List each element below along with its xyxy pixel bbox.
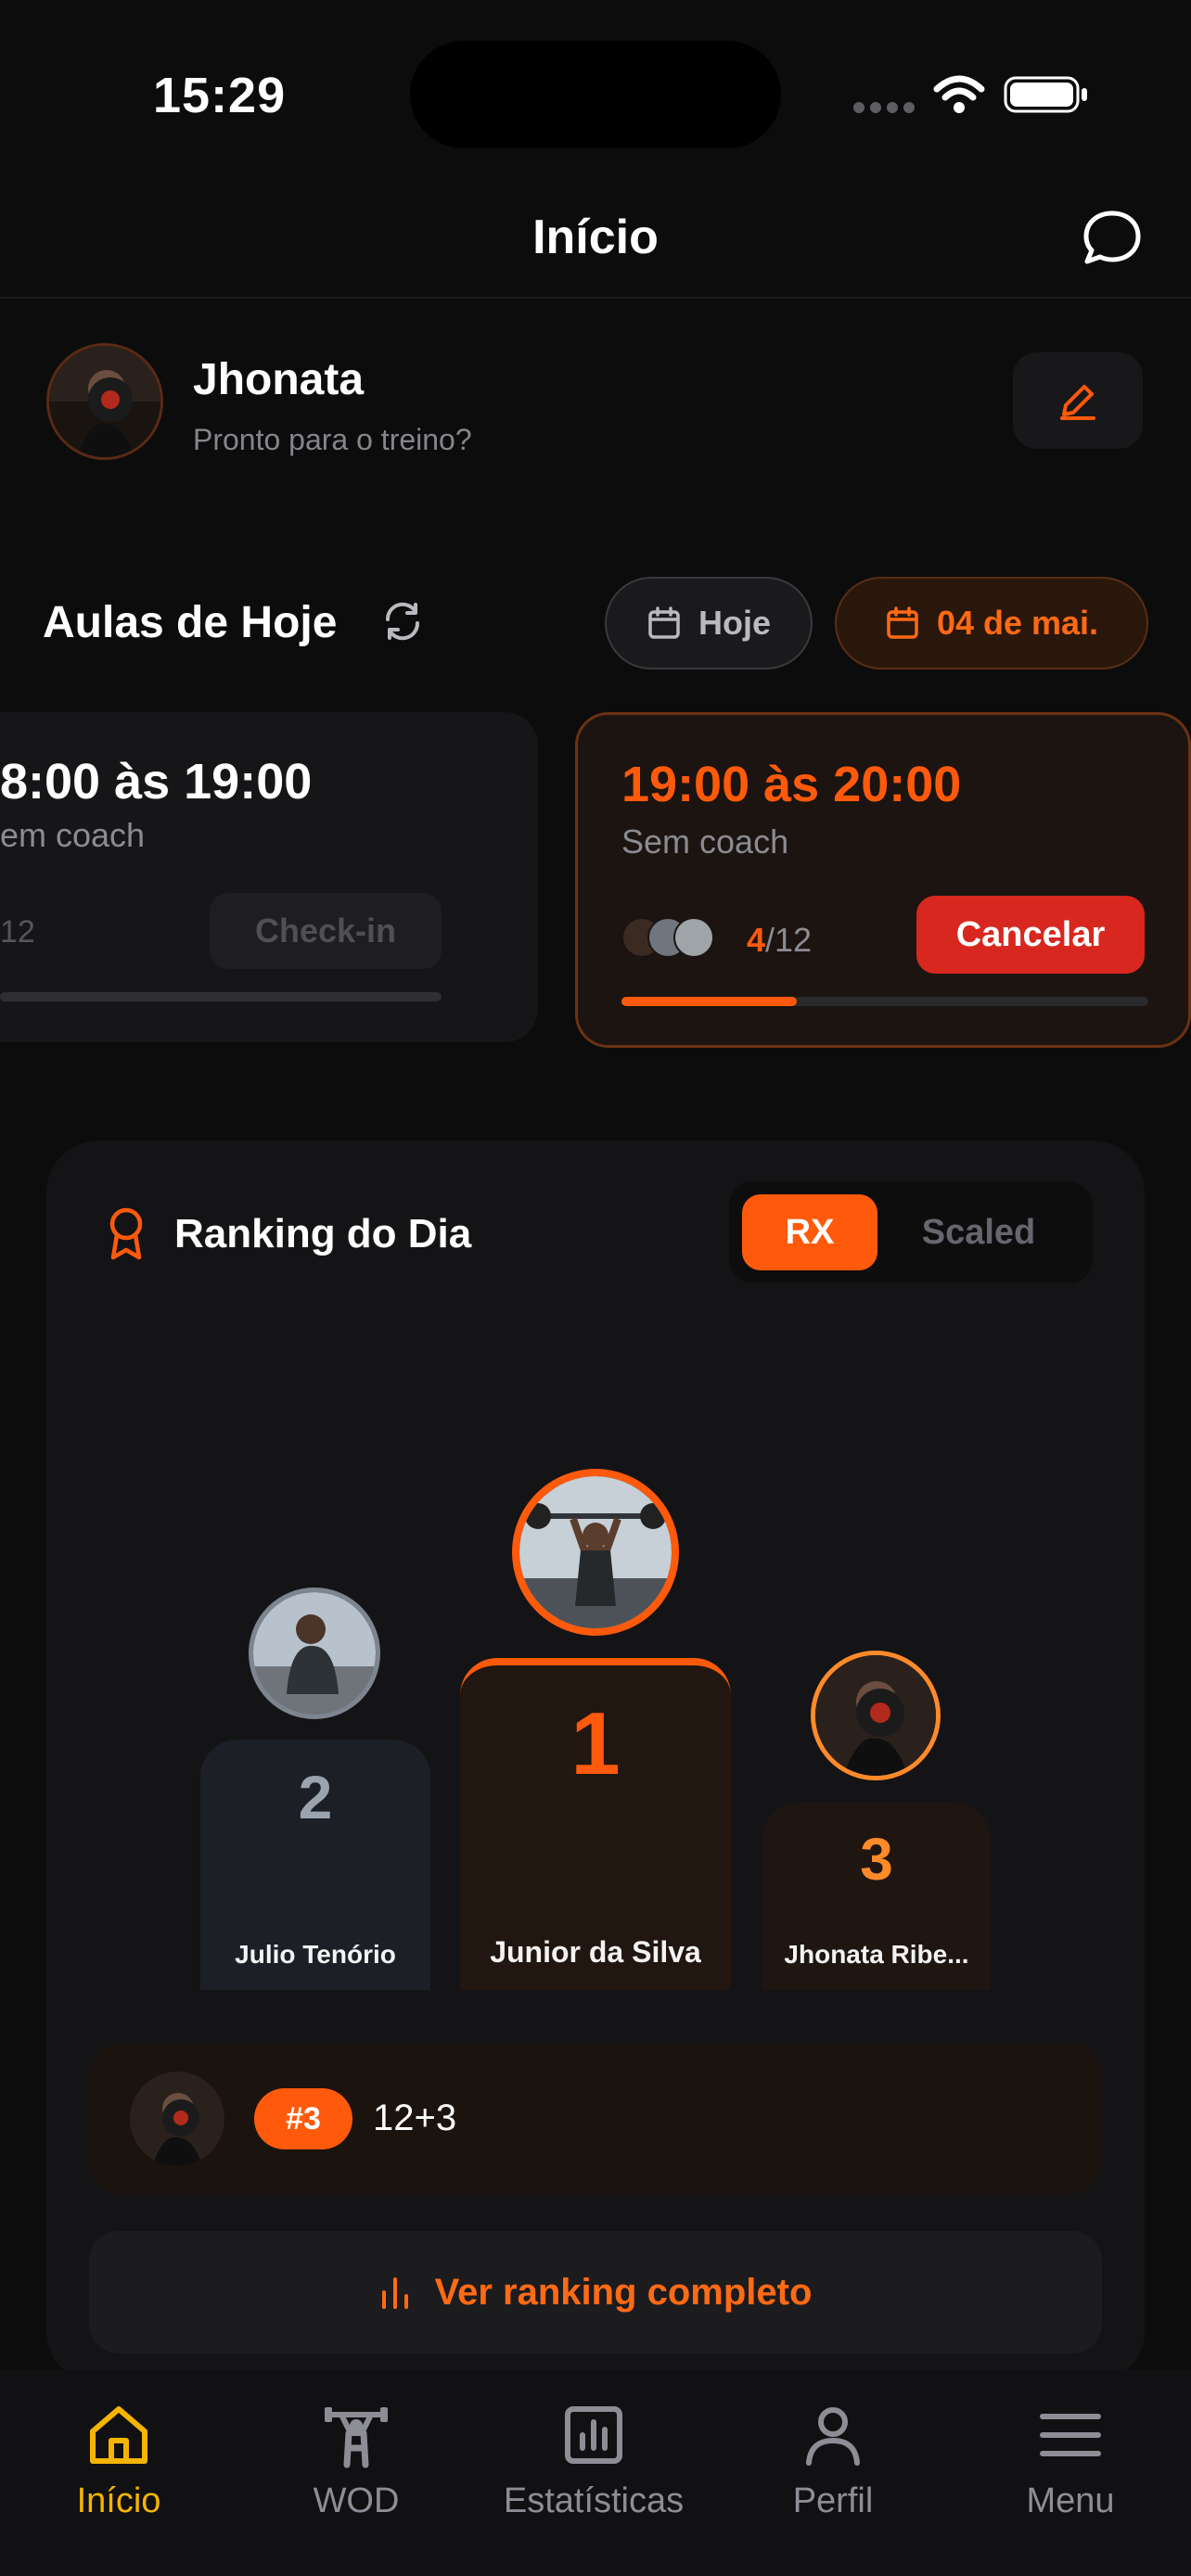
class-card-booked[interactable]: 19:00 às 20:00 Sem coach 4/12 (575, 712, 1191, 1048)
tab-rx[interactable]: RX (742, 1194, 877, 1270)
class-capacity-bar (621, 997, 1148, 1006)
today-filter-label: Hoje (698, 604, 771, 642)
attendance-total: /12 (765, 921, 813, 959)
user-greeting: Pronto para o treino? (193, 423, 472, 456)
class-time: 8:00 às 19:00 (0, 754, 313, 810)
podium-name: Jhonata Ribe... (784, 1940, 969, 1969)
today-filter-chip[interactable]: Hoje (605, 577, 813, 670)
tab-profile-label: Perfil (792, 2481, 874, 2520)
podium-name: Junior da Silva (490, 1935, 701, 1969)
my-avatar (130, 2072, 224, 2166)
tab-profile[interactable]: Perfil (731, 2402, 935, 2521)
podium-third[interactable]: 3 Jhonata Ribe... (762, 1803, 991, 1990)
user-avatar[interactable] (46, 343, 163, 460)
podium-name: Julio Tenório (235, 1940, 396, 1969)
page-title: Início (532, 210, 659, 264)
tab-scaled[interactable]: Scaled (890, 1194, 1067, 1270)
header-divider (0, 297, 1191, 299)
award-icon (109, 1207, 143, 1260)
tab-menu-label: Menu (1026, 2481, 1115, 2520)
pencil-icon (1060, 385, 1095, 420)
attendance-current: 4 (747, 921, 766, 959)
class-capacity-fill (0, 992, 442, 1001)
ranking-title: Ranking do Dia (174, 1211, 472, 1256)
tab-stats-label: Estatísticas (503, 2481, 685, 2520)
battery-icon (1004, 76, 1087, 113)
user-name: Jhonata (193, 355, 365, 404)
class-coach: Sem coach (621, 823, 789, 861)
podium-avatar-2[interactable] (249, 1588, 380, 1719)
tab-home-label: Início (76, 2481, 161, 2520)
podium-place: 2 (298, 1763, 333, 1831)
see-full-ranking-label: Ver ranking completo (434, 2271, 813, 2313)
podium-second[interactable]: 2 Julio Tenório (200, 1740, 430, 1990)
hamburger-icon (1040, 2414, 1101, 2456)
my-ranking-row[interactable] (89, 2044, 1102, 2194)
class-card[interactable]: 8:00 às 19:00 em coach 12 Check-in (0, 712, 538, 1042)
date-filter-label: 04 de mai. (936, 604, 1099, 642)
wifi-icon (933, 75, 985, 113)
attendee-avatars (621, 913, 733, 962)
tab-wod[interactable]: WOD (254, 2402, 458, 2521)
podium-first[interactable]: 1 Junior da Silva (460, 1658, 731, 1990)
tab-stats[interactable]: Estatísticas (492, 2402, 696, 2521)
chat-icon[interactable] (1082, 208, 1143, 269)
weightlifter-icon (325, 2407, 388, 2468)
tab-menu[interactable]: Menu (968, 2402, 1172, 2521)
checkin-button[interactable]: Check-in (210, 893, 442, 969)
status-time: 15:29 (153, 68, 287, 123)
date-filter-chip[interactable]: 04 de mai. (835, 577, 1148, 670)
refresh-icon[interactable] (380, 599, 425, 644)
home-icon (90, 2406, 147, 2464)
classes-section-title: Aulas de Hoje (43, 598, 338, 647)
class-capacity-bar (0, 992, 442, 1001)
person-icon (806, 2407, 860, 2466)
chart-icon (565, 2406, 622, 2464)
class-coach: em coach (0, 816, 146, 854)
podium-place: 1 (570, 1694, 621, 1793)
dynamic-island (410, 41, 781, 148)
podium-avatar-3[interactable] (811, 1651, 941, 1780)
bar-chart-icon (381, 2277, 408, 2309)
podium-place: 3 (860, 1826, 893, 1893)
calendar-icon (887, 606, 918, 639)
attendee-avatar (673, 917, 714, 958)
my-score: 12+3 (373, 2098, 457, 2138)
class-time: 19:00 às 20:00 (621, 757, 962, 812)
calendar-icon (648, 606, 680, 639)
my-rank-badge: #3 (254, 2088, 352, 2149)
podium-avatar-1[interactable] (512, 1469, 679, 1636)
class-capacity-fill (621, 997, 798, 1006)
tab-wod-label: WOD (313, 2481, 400, 2520)
cellular-signal-icon (853, 102, 915, 113)
cancel-booking-button[interactable]: Cancelar (916, 896, 1145, 974)
see-full-ranking-button[interactable]: Ver ranking completo (89, 2231, 1102, 2353)
tab-home[interactable]: Início (17, 2402, 221, 2521)
edit-profile-button[interactable] (1013, 352, 1143, 449)
class-attendance: 12 (0, 914, 35, 950)
class-attendance: 4/12 (747, 921, 812, 960)
